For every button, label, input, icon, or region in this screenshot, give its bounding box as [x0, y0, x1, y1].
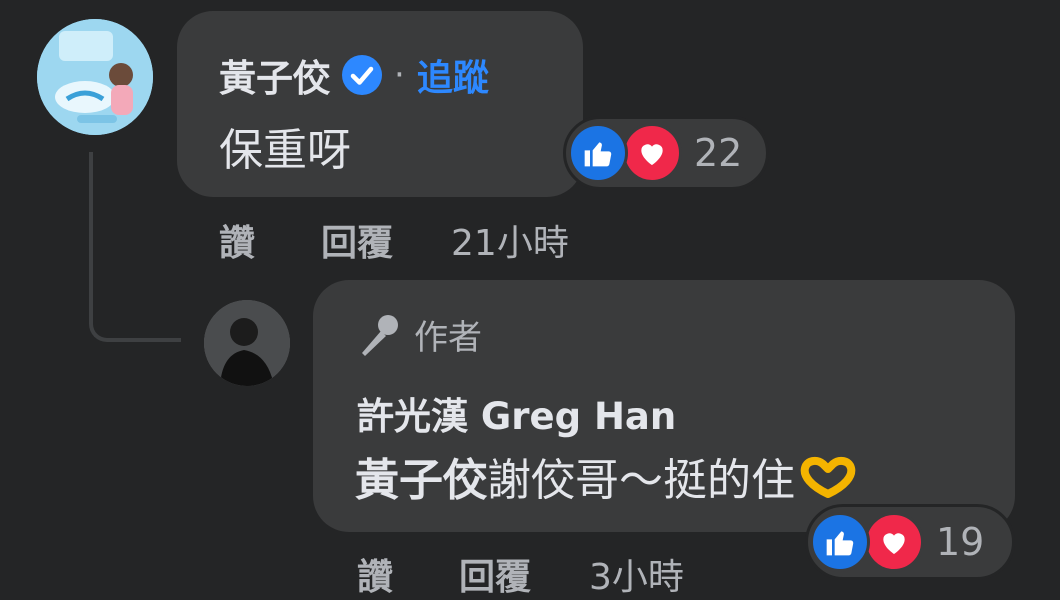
- reply-text-body: 謝佼哥～挺的住: [487, 455, 795, 506]
- reply-like-button[interactable]: 讚: [357, 548, 393, 600]
- love-reaction-icon: [864, 512, 924, 572]
- microphone-icon: [362, 314, 398, 356]
- comment-reactions[interactable]: 22: [563, 116, 769, 190]
- follow-link[interactable]: 追蹤: [417, 49, 489, 101]
- verified-badge-icon: [342, 55, 382, 95]
- comment-reaction-count: 22: [694, 131, 743, 175]
- comment-reply-button[interactable]: 回覆: [321, 214, 393, 266]
- commenter-avatar-image: [37, 19, 153, 135]
- reply-timestamp[interactable]: 3小時: [589, 548, 684, 600]
- reply-author-avatar[interactable]: [204, 300, 290, 386]
- author-badge-label: 作者: [414, 318, 482, 358]
- comment-like-button[interactable]: 讚: [219, 214, 255, 266]
- reply-author-name[interactable]: 許光漢 Greg Han: [357, 386, 676, 440]
- mention-tag[interactable]: 黃子佼: [355, 444, 487, 508]
- love-reaction-icon: [622, 123, 682, 183]
- comment-timestamp[interactable]: 21小時: [451, 214, 569, 266]
- thread-connector-line: [89, 152, 181, 342]
- reply-text: 黃子佼 謝佼哥～挺的住: [355, 444, 857, 508]
- commenter-avatar[interactable]: [37, 19, 153, 135]
- like-reaction-icon: [810, 512, 870, 572]
- comment-header: 黃子佼 · 追蹤: [219, 48, 489, 102]
- reply-reactions[interactable]: 19: [805, 504, 1015, 580]
- reply-author-avatar-image: [204, 300, 290, 386]
- comment-text: 保重呀: [219, 125, 351, 176]
- reply-reply-button[interactable]: 回覆: [459, 548, 531, 600]
- reply-actions: 讚 回覆 3小時: [357, 548, 684, 600]
- author-badge: 作者: [354, 310, 482, 359]
- heart-hands-emoji-icon: [800, 456, 856, 498]
- comment-author-name[interactable]: 黃子佼: [219, 48, 330, 102]
- follow-separator: ·: [394, 55, 405, 95]
- reply-reaction-count: 19: [936, 520, 985, 564]
- like-reaction-icon: [568, 123, 628, 183]
- comment-actions: 讚 回覆 21小時: [219, 214, 569, 266]
